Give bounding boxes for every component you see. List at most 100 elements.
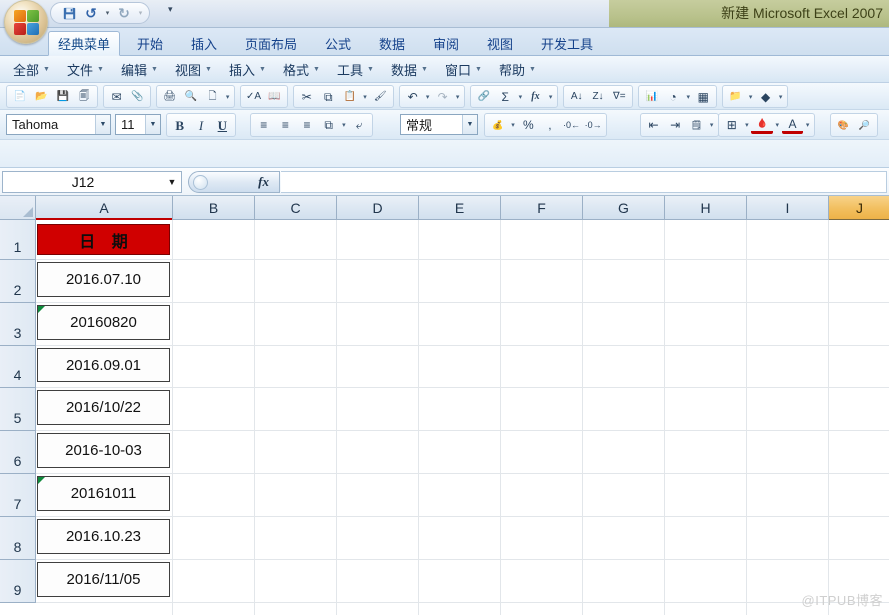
cell-J9[interactable] [829,560,889,603]
cell-I9[interactable] [747,560,829,603]
cell-B1[interactable] [173,220,255,260]
increase-indent-button[interactable]: ⇥ [664,116,685,135]
open-icon[interactable]: 📂 [31,87,53,106]
align-center-button[interactable]: ≡ [275,116,297,135]
menu-item-1[interactable]: 文件 ▼ [62,60,109,79]
column-header-H[interactable]: H [665,196,747,220]
menu-item-5[interactable]: 格式 ▼ [278,60,325,79]
cell-J5[interactable] [829,388,889,431]
row-header-1[interactable]: 1 [0,220,36,260]
cell-J2[interactable] [829,260,889,303]
percent-button[interactable]: % [517,116,539,135]
cell-A7[interactable]: 20161011 [37,476,170,511]
cell-B9[interactable] [173,560,255,603]
cell-C5[interactable] [255,388,337,431]
cell-I10[interactable] [747,603,829,615]
font-size-combo[interactable]: 11 ▼ [115,114,161,135]
cell-F8[interactable] [501,517,583,560]
cell-A10[interactable] [36,603,173,615]
column-header-G[interactable]: G [583,196,665,220]
error-indicator-icon[interactable] [38,477,45,484]
cell-B7[interactable] [173,474,255,517]
zoom-folder-icon[interactable]: 📁 [725,87,746,106]
row-header-9[interactable]: 9 [0,560,36,603]
cell-F5[interactable] [501,388,583,431]
cell-I4[interactable] [747,346,829,388]
menu-item-6[interactable]: 工具 ▼ [332,60,379,79]
drawing-icon[interactable]: ◔ [662,87,683,106]
cell-H8[interactable] [665,517,747,560]
new-icon[interactable]: 📄 [9,87,31,106]
cell-B6[interactable] [173,431,255,474]
cell-A1[interactable]: 日 期 [37,224,170,255]
zoom-button[interactable]: 🔎 [854,116,875,135]
cell-H4[interactable] [665,346,747,388]
font-name-dropdown-icon[interactable]: ▼ [95,115,110,134]
insert-function-icon[interactable]: fx [258,174,269,190]
autoformat-button[interactable]: 🎨 [833,116,854,135]
page-setup-icon[interactable]: 🗋 [202,87,223,106]
drawing-dropdown-icon[interactable]: ▾ [684,87,693,106]
cell-G8[interactable] [583,517,665,560]
cell-B3[interactable] [173,303,255,346]
comma-style-button[interactable]: , [539,116,561,135]
font-color-button[interactable]: A [781,117,804,134]
print-preview-icon[interactable]: 🔍 [180,87,201,106]
formula-input[interactable] [281,171,887,193]
undo-dropdown-icon[interactable]: ▾ [103,9,112,17]
cell-G6[interactable] [583,431,665,474]
cell-F6[interactable] [501,431,583,474]
ribbon-tab-7[interactable]: 视图 [478,31,522,56]
select-all-corner[interactable] [0,196,36,220]
undo-dropdown-icon[interactable]: ▾ [423,87,432,106]
name-box-dropdown-icon[interactable]: ▼ [163,177,181,187]
autosum-icon[interactable]: Σ [494,87,515,106]
font-name-combo[interactable]: Tahoma ▼ [6,114,111,135]
cell-F10[interactable] [501,603,583,615]
ribbon-tab-3[interactable]: 页面布局 [236,31,306,56]
cell-E4[interactable] [419,346,501,388]
insert-function-dropdown-icon[interactable]: ▾ [546,87,555,106]
cell-B8[interactable] [173,517,255,560]
cell-D6[interactable] [337,431,419,474]
ribbon-tab-6[interactable]: 审阅 [424,31,468,56]
filter-icon[interactable]: ∇= [609,87,630,106]
conditional-format-button[interactable]: 🗒 [686,116,707,135]
font-color-dropdown-icon[interactable]: ▾ [803,116,812,135]
column-header-E[interactable]: E [419,196,501,220]
menu-item-9[interactable]: 帮助 ▼ [494,60,541,79]
autosum-dropdown-icon[interactable]: ▾ [516,87,525,106]
help-office-dropdown-icon[interactable]: ▾ [776,87,785,106]
undo-icon[interactable]: ↶ [402,87,423,106]
column-header-J[interactable]: J [829,196,889,220]
fill-color-dropdown-icon[interactable]: ▾ [773,116,782,135]
cell-H7[interactable] [665,474,747,517]
cell-H2[interactable] [665,260,747,303]
error-indicator-icon[interactable] [38,306,45,313]
cell-G5[interactable] [583,388,665,431]
office-button[interactable] [4,0,48,44]
cell-E1[interactable] [419,220,501,260]
cell-J1[interactable] [829,220,889,260]
cell-A8[interactable]: 2016.10.23 [37,519,170,554]
table-icon[interactable]: ▦ [693,87,714,106]
column-header-B[interactable]: B [173,196,255,220]
cell-G3[interactable] [583,303,665,346]
cell-E8[interactable] [419,517,501,560]
cell-C6[interactable] [255,431,337,474]
row-header-3[interactable]: 3 [0,303,36,346]
column-header-F[interactable]: F [501,196,583,220]
sort-ascending-icon[interactable]: A↓ [566,87,587,106]
cell-D4[interactable] [337,346,419,388]
cell-I8[interactable] [747,517,829,560]
cell-D7[interactable] [337,474,419,517]
align-right-button[interactable]: ≡ [296,116,318,135]
currency-button[interactable]: 💰 [487,116,509,135]
cell-F9[interactable] [501,560,583,603]
cell-G2[interactable] [583,260,665,303]
column-header-I[interactable]: I [747,196,829,220]
cell-C9[interactable] [255,560,337,603]
email-icon[interactable]: ✉ [106,87,127,106]
menu-item-0[interactable]: 全部 ▼ [8,60,55,79]
cell-E6[interactable] [419,431,501,474]
